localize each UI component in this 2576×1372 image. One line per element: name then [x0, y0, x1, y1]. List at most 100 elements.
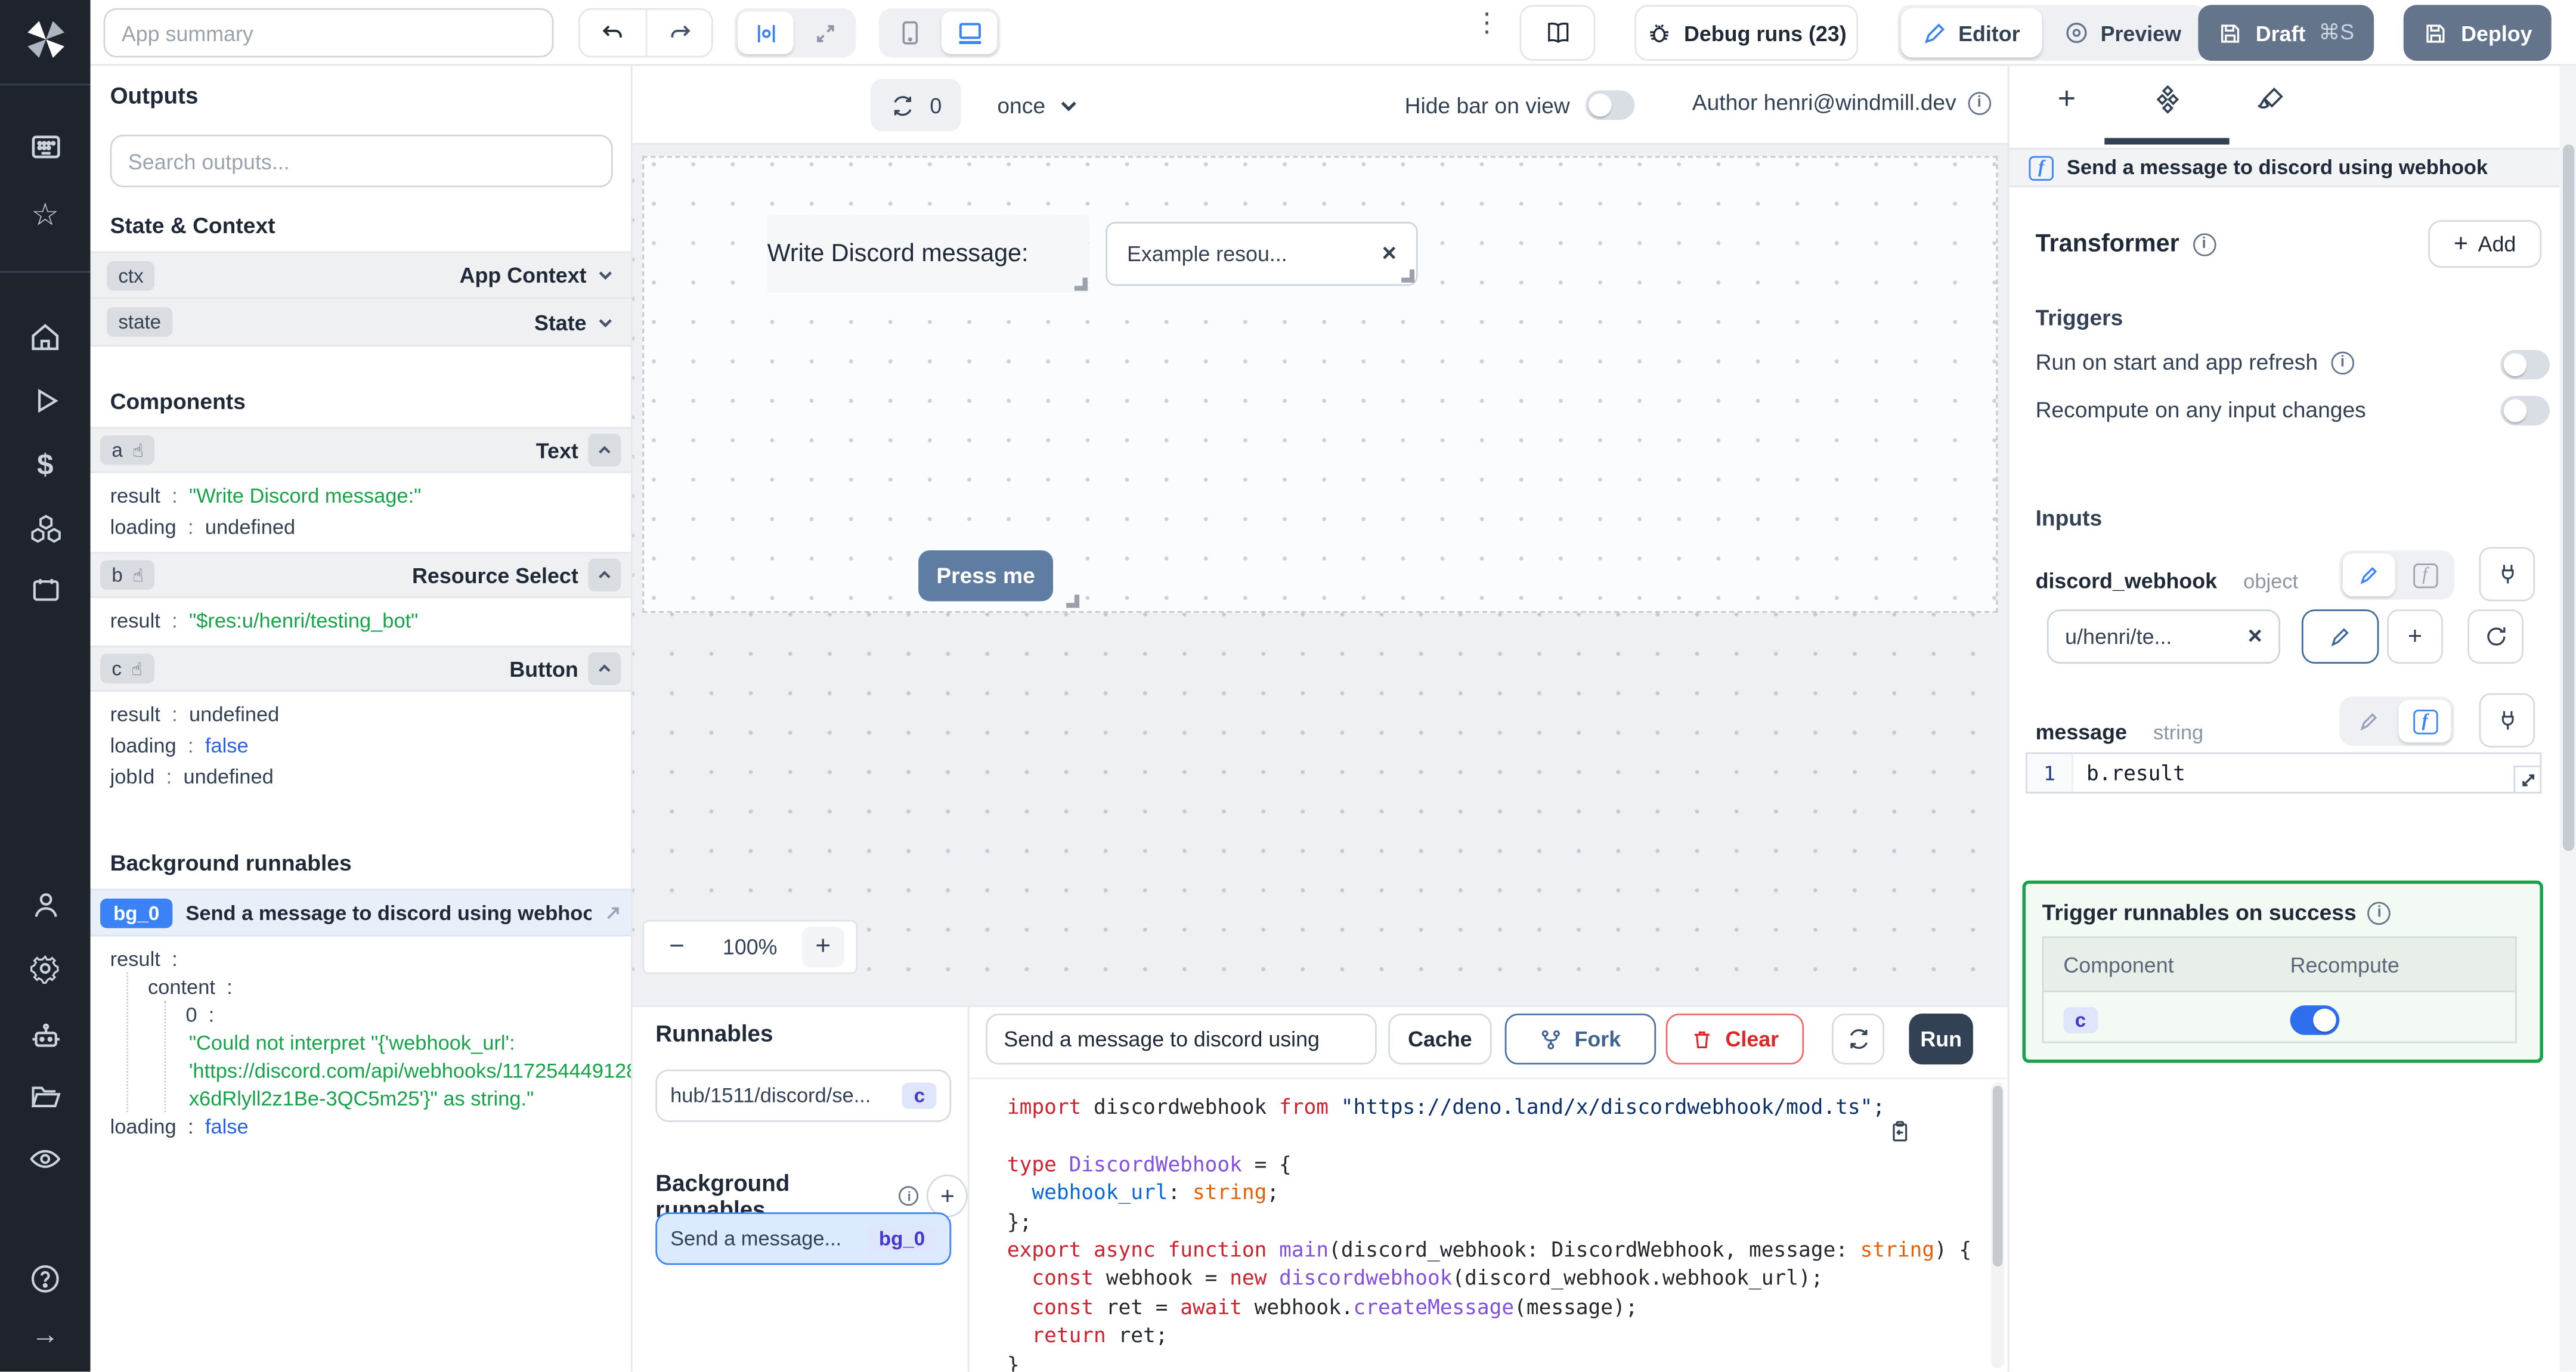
app-summary-input[interactable] [103, 8, 554, 58]
deploy-button[interactable]: Deploy [2403, 5, 2552, 61]
sidebar-item-favorites[interactable]: ☆ [0, 197, 91, 235]
runnable-item[interactable]: hub/1511/discord/se... c [655, 1069, 952, 1122]
outputs-title: Outputs [110, 82, 199, 109]
add-bg-runnable-button[interactable]: + [927, 1174, 968, 1218]
tab-insert[interactable]: + [2050, 82, 2083, 117]
expand-button[interactable] [797, 11, 853, 54]
resize-handle[interactable] [1066, 594, 1080, 608]
sidebar-item-eye[interactable] [0, 1142, 91, 1176]
recompute-c-toggle[interactable] [2290, 1004, 2340, 1035]
component-header[interactable]: c ☝ Button [90, 645, 631, 692]
info-icon[interactable]: i [2192, 232, 2216, 256]
script-name-input[interactable] [986, 1013, 1377, 1065]
static-mode-button[interactable] [2343, 700, 2395, 743]
mobile-view-button[interactable] [882, 11, 938, 54]
sidebar-collapse-icon[interactable]: → [0, 1319, 91, 1352]
ctx-row[interactable]: ctx App Context [90, 251, 631, 299]
app-canvas-area[interactable]: Write Discord message: Example resou... … [632, 144, 2008, 1006]
tab-component-settings[interactable] [2150, 84, 2183, 117]
sidebar-item-variables[interactable]: $ [0, 448, 91, 483]
debug-runs-button[interactable]: Debug runs (23) [1634, 5, 1859, 61]
canvas-resource-select[interactable]: Example resou... × [1106, 221, 1418, 286]
copy-code-icon[interactable] [1888, 1119, 1912, 1145]
code-lines[interactable]: import discordwebhook from "https://deno… [1007, 1092, 1984, 1372]
resource-picker-select[interactable]: u/henri/te... × [2046, 609, 2281, 664]
sidebar-item-apps[interactable] [0, 130, 91, 166]
undo-button[interactable] [580, 10, 646, 56]
draft-button[interactable]: Draft ⌘S [2198, 5, 2374, 61]
recompute-toggle[interactable] [2500, 395, 2550, 426]
redo-button[interactable] [645, 10, 711, 56]
input-discord-webhook-type: object [2243, 569, 2299, 593]
sidebar-item-help[interactable] [0, 1262, 91, 1296]
component-header[interactable]: a ☝ Text [90, 427, 631, 473]
component-c-badge: c [2063, 1006, 2098, 1033]
clear-resource-icon[interactable]: × [2248, 622, 2262, 651]
message-expression-editor[interactable]: 1 b.result [2026, 752, 2542, 794]
collapse-button[interactable] [588, 652, 621, 685]
eval-mode-button[interactable]: f [2398, 553, 2451, 596]
search-outputs-input[interactable] [110, 134, 613, 188]
sidebar-item-user[interactable] [0, 889, 91, 922]
refresh-script-button[interactable] [1831, 1013, 1885, 1065]
desktop-view-button[interactable] [941, 11, 998, 54]
canvas-text-component[interactable]: Write Discord message: [767, 215, 1089, 293]
selected-runnable-header[interactable]: f Send a message to discord using webhoo… [2009, 147, 2560, 188]
frequency-dropdown[interactable]: once [997, 79, 1080, 131]
sidebar-item-home[interactable] [0, 320, 91, 355]
zoom-in-button[interactable]: + [801, 926, 845, 968]
refresh-count-button[interactable]: 0 [871, 79, 962, 132]
info-icon[interactable]: i [2368, 901, 2391, 924]
tab-editor[interactable]: Editor [1900, 8, 2042, 58]
resize-handle[interactable] [1074, 277, 1088, 291]
sidebar-item-schedules[interactable] [0, 574, 91, 606]
tab-styling[interactable] [2254, 84, 2287, 117]
panel-scrollbar[interactable] [2559, 66, 2576, 1372]
clear-button[interactable]: Clear [1665, 1013, 1804, 1065]
collapse-button[interactable] [588, 558, 621, 591]
windmill-logo-icon[interactable] [0, 17, 91, 63]
connect-input-button[interactable] [2479, 547, 2535, 602]
press-me-button[interactable]: Press me [918, 550, 1054, 602]
hide-bar-toggle[interactable] [1584, 90, 1634, 120]
info-icon[interactable]: i [2331, 351, 2354, 374]
add-transformer-button[interactable]: + Add [2428, 220, 2542, 268]
reload-resources-button[interactable] [2467, 609, 2524, 664]
docs-button[interactable] [1519, 5, 1596, 61]
canvas-button-cell[interactable]: Press me [912, 547, 1081, 610]
sidebar-item-runs[interactable] [0, 385, 91, 417]
code-editor[interactable]: import discordwebhook from "https://deno… [969, 1077, 2008, 1372]
code-scrollbar[interactable] [1991, 1082, 2005, 1368]
chevron-down-icon[interactable] [596, 266, 614, 284]
connect-input-button[interactable] [2479, 693, 2535, 748]
expand-editor-icon[interactable] [2513, 765, 2542, 794]
collapse-button[interactable] [588, 433, 621, 467]
tab-preview[interactable]: Preview [2041, 8, 2202, 58]
eval-mode-button[interactable]: f [2398, 699, 2451, 743]
info-icon[interactable]: i [899, 1186, 919, 1206]
bg-runnable-header[interactable]: bg_0 Send a message to discord using web… [90, 888, 631, 937]
info-icon[interactable]: i [1968, 91, 1991, 114]
resize-handle[interactable] [1401, 269, 1415, 283]
state-row[interactable]: state State [90, 299, 631, 347]
clear-selection-icon[interactable]: × [1382, 240, 1397, 268]
static-mode-button[interactable] [2342, 553, 2395, 597]
runnable-item-selected[interactable]: Send a message... bg_0 [655, 1212, 952, 1265]
component-header[interactable]: b ☝ Resource Select [90, 552, 631, 598]
zoom-out-button[interactable]: − [655, 927, 698, 968]
cache-button[interactable]: Cache [1388, 1013, 1492, 1065]
sidebar-item-workers[interactable] [0, 1018, 91, 1055]
center-align-button[interactable] [738, 11, 794, 54]
sidebar-item-folders[interactable] [0, 1079, 91, 1114]
more-menu-button[interactable]: ⋮ [1473, 11, 1500, 37]
create-resource-button[interactable]: + [2387, 609, 2443, 664]
run-button[interactable]: Run [1909, 1013, 1973, 1065]
sidebar-item-settings[interactable] [0, 951, 91, 986]
edit-resource-button[interactable] [2301, 609, 2379, 664]
run-on-start-toggle[interactable] [2500, 349, 2550, 380]
fork-button[interactable]: Fork [1504, 1013, 1657, 1065]
open-arrow-icon[interactable] [605, 905, 621, 921]
chevron-down-icon[interactable] [596, 313, 614, 331]
topbar: ⋮ Debug runs (23) Editor Preview [90, 0, 2576, 66]
sidebar-item-resources[interactable] [0, 513, 91, 549]
